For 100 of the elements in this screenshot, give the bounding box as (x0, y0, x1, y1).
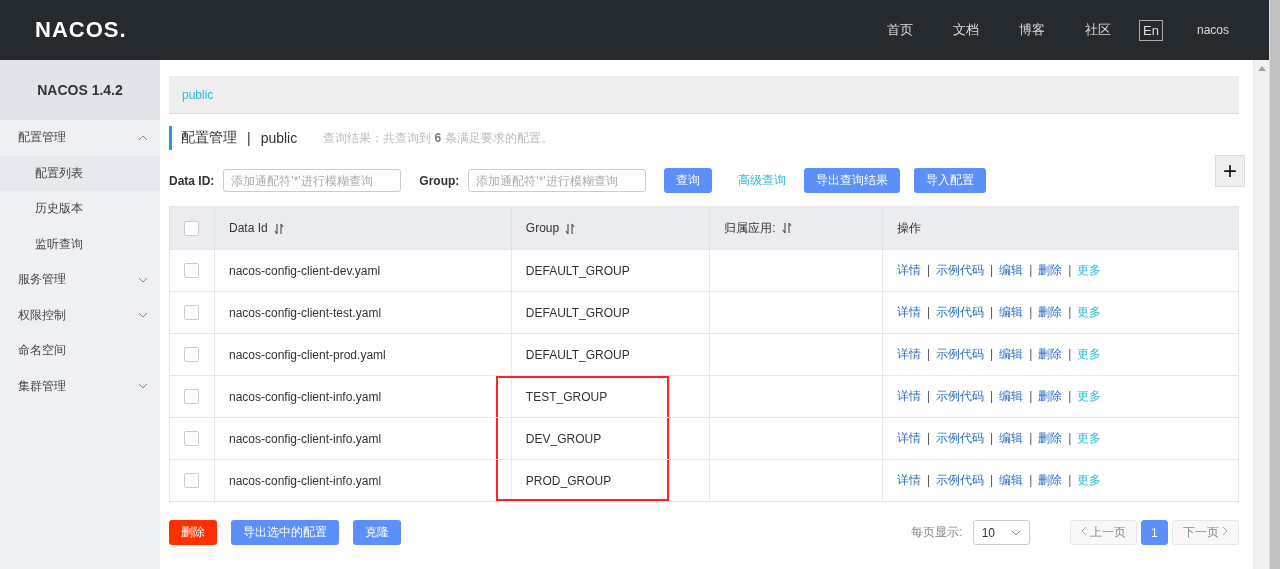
group-cell: DEFAULT_GROUP (525, 347, 630, 362)
sidebar-item[interactable]: 命名空间 (0, 333, 160, 369)
chevron-down-icon (138, 383, 148, 390)
sort-icon[interactable] (781, 222, 792, 235)
chevron-down-icon (138, 312, 148, 319)
delete-button[interactable]: 删除 (169, 520, 217, 545)
action-link[interactable]: 删除 (1038, 347, 1063, 361)
action-link[interactable]: 详情 (896, 389, 921, 403)
sidebar-subitem[interactable]: 历史版本 (0, 191, 160, 227)
row-checkbox[interactable] (184, 263, 199, 278)
action-link[interactable]: 示例代码 (936, 263, 985, 277)
chevron-down-icon (138, 276, 148, 283)
action-link[interactable]: 删除 (1038, 263, 1063, 277)
data-id-cell: nacos-config-client-dev.yaml (229, 263, 381, 278)
nav-link[interactable]: 首页 (867, 21, 934, 39)
toolbar-button[interactable]: 查询 (664, 168, 713, 193)
sidebar-item[interactable]: 集群管理 (0, 368, 160, 404)
search-field[interactable]: 添加通配符'*'进行模糊查询 (223, 169, 402, 192)
sort-icon[interactable] (565, 222, 576, 235)
language-toggle[interactable]: En (1139, 19, 1163, 41)
action-separator: | (990, 263, 994, 277)
add-button[interactable]: + (1215, 155, 1245, 187)
data-id-cell: nacos-config-client-info.yaml (229, 431, 382, 446)
action-separator: | (926, 305, 931, 319)
action-separator: | (926, 431, 931, 445)
action-separator: | (1029, 389, 1033, 403)
row-checkbox[interactable] (184, 305, 199, 320)
action-link[interactable]: 详情 (896, 347, 921, 361)
sidebar-item[interactable]: 权限控制 (0, 297, 160, 333)
action-link[interactable]: 编辑 (999, 305, 1024, 319)
action-link[interactable]: 示例代码 (936, 389, 985, 403)
select-all-checkbox[interactable] (184, 220, 199, 236)
action-separator: | (926, 347, 931, 361)
action-link[interactable]: 编辑 (999, 263, 1024, 277)
action-separator: | (926, 473, 931, 487)
data-id-cell: nacos-config-client-info.yaml (229, 473, 382, 488)
action-link[interactable]: 删除 (1038, 305, 1063, 319)
page-button[interactable]: 1 (1140, 520, 1168, 545)
sidebar-item[interactable]: 服务管理 (0, 262, 160, 298)
nav-link[interactable]: 文档 (933, 21, 1000, 39)
column-header[interactable]: Group (525, 221, 560, 235)
action-separator: | (990, 389, 994, 403)
data-id-cell: nacos-config-client-test.yaml (229, 305, 382, 320)
action-separator: | (1029, 263, 1033, 277)
page-size-dropdown[interactable]: 10 (972, 520, 1030, 545)
chevron-left-icon (1080, 526, 1087, 536)
action-link[interactable]: 示例代码 (936, 305, 985, 319)
sidebar-subitem[interactable]: 监听查询 (0, 226, 160, 262)
result-summary: 查询结果：共查询到 6 条满足要求的配置。 (323, 129, 553, 147)
action-link[interactable]: 删除 (1038, 389, 1063, 403)
action-link[interactable]: 编辑 (999, 473, 1024, 487)
column-header: 操作 (896, 220, 921, 235)
action-link[interactable]: 编辑 (999, 431, 1024, 445)
action-link[interactable]: 详情 (896, 431, 921, 445)
action-link[interactable]: 删除 (1038, 431, 1063, 445)
action-separator: | (990, 347, 994, 361)
action-link[interactable]: 详情 (896, 263, 921, 277)
user-name[interactable]: nacos (1196, 23, 1229, 37)
group-cell: DEFAULT_GROUP (525, 305, 630, 320)
nav-link[interactable]: 社区 (1065, 21, 1132, 39)
action-link[interactable]: 详情 (896, 305, 921, 319)
toolbar-button[interactable]: 导入配置 (914, 168, 987, 193)
sort-icon[interactable] (273, 222, 284, 235)
action-link[interactable]: 编辑 (999, 347, 1024, 361)
action-link[interactable]: 示例代码 (936, 431, 985, 445)
footer-button[interactable]: 导出选中的配置 (231, 520, 339, 545)
scrollbar[interactable] (1269, 0, 1280, 569)
action-link[interactable]: 删除 (1038, 473, 1063, 487)
action-separator: | (1029, 305, 1033, 319)
row-checkbox[interactable] (184, 473, 199, 488)
toolbar-button[interactable]: 导出查询结果 (804, 168, 901, 193)
filter-label: Group: (419, 173, 460, 188)
action-separator: | (1029, 473, 1033, 487)
action-separator: | (1068, 263, 1072, 277)
nacos-logo[interactable]: NACOS. (35, 17, 127, 43)
footer-button[interactable]: 克隆 (353, 520, 401, 545)
data-id-cell: nacos-config-client-prod.yaml (229, 347, 386, 362)
chevron-down-icon (1010, 529, 1021, 536)
sidebar-item[interactable]: 配置管理 (0, 120, 160, 156)
scroll-up-icon[interactable] (1257, 66, 1266, 71)
column-header[interactable]: 归属应用: (724, 220, 776, 235)
nav-link[interactable]: 博客 (999, 21, 1066, 39)
row-checkbox[interactable] (184, 431, 199, 446)
chevron-up-icon (138, 134, 148, 141)
action-separator: | (1029, 347, 1033, 361)
row-checkbox[interactable] (184, 347, 199, 362)
action-separator: | (926, 389, 931, 403)
chevron-right-icon (1222, 526, 1228, 536)
action-link[interactable]: 详情 (896, 473, 921, 487)
column-header[interactable]: Data Id (229, 221, 268, 235)
action-separator: | (990, 431, 994, 445)
action-link[interactable]: 示例代码 (936, 347, 985, 361)
sidebar-subitem[interactable]: 配置列表 (0, 155, 160, 191)
row-checkbox[interactable] (184, 389, 199, 404)
page-size-label: 每页显示: (911, 524, 963, 541)
action-separator: | (990, 305, 994, 319)
action-link[interactable]: 示例代码 (936, 473, 985, 487)
action-link[interactable]: 编辑 (999, 389, 1024, 403)
action-separator: | (1029, 431, 1033, 445)
search-field[interactable]: 添加通配符'*'进行模糊查询 (468, 169, 647, 192)
